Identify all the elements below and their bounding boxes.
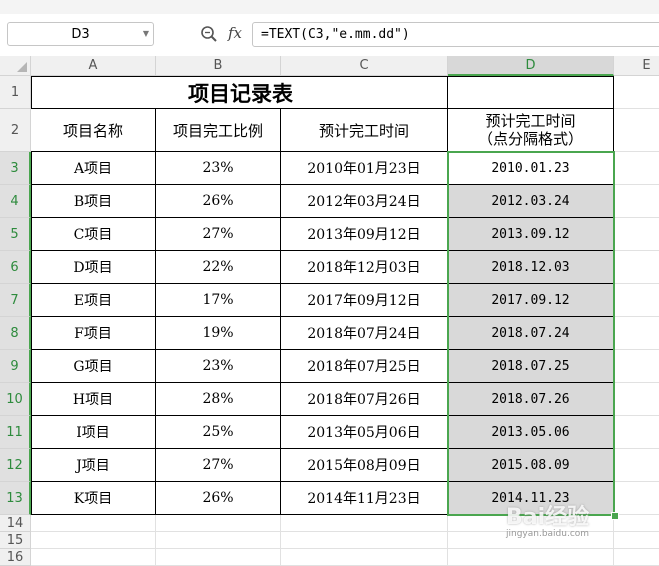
- watermark-text: Bai经验: [506, 505, 590, 530]
- fx-icon[interactable]: fx: [228, 24, 242, 42]
- table-cell-b9[interactable]: 23%: [156, 350, 281, 383]
- sheet-title[interactable]: 项目记录表: [32, 77, 449, 109]
- table-cell-b5[interactable]: 27%: [156, 218, 281, 251]
- table-cell-c9[interactable]: 2018年07月25日: [281, 350, 448, 383]
- column-header-d[interactable]: D: [448, 56, 614, 76]
- watermark-logo: Bai经验 jingyan.baidu.com: [506, 499, 589, 539]
- table-header-d[interactable]: 预计完工时间 （点分隔格式）: [448, 109, 614, 152]
- row-header-8[interactable]: 8: [0, 317, 31, 350]
- table-cell-d5[interactable]: 2013.09.12: [448, 218, 614, 251]
- table-cell-a7[interactable]: E项目: [31, 284, 156, 317]
- table-header-c[interactable]: 预计完工时间: [281, 109, 448, 152]
- table-cell-a5[interactable]: C项目: [31, 218, 156, 251]
- row-header-3[interactable]: 3: [0, 152, 31, 185]
- table-cell-c5[interactable]: 2013年09月12日: [281, 218, 448, 251]
- row-header-10[interactable]: 10: [0, 383, 31, 416]
- table-cell-c3[interactable]: 2010年01月23日: [281, 152, 448, 185]
- select-all-corner[interactable]: [0, 56, 31, 76]
- chevron-down-icon[interactable]: ▼: [143, 29, 149, 38]
- table-cell-c7[interactable]: 2017年09月12日: [281, 284, 448, 317]
- row-header-13[interactable]: 13: [0, 482, 31, 515]
- header-d-line1: 预计完工时间: [485, 112, 576, 130]
- table-cell-b11[interactable]: 25%: [156, 416, 281, 449]
- table-cell-c8[interactable]: 2018年07月24日: [281, 317, 448, 350]
- table-cell-a3[interactable]: A项目: [31, 152, 156, 185]
- table-cell-b8[interactable]: 19%: [156, 317, 281, 350]
- fill-handle[interactable]: [611, 512, 619, 520]
- table-cell-b7[interactable]: 17%: [156, 284, 281, 317]
- column-header-b[interactable]: B: [156, 56, 281, 76]
- table-cell-c13[interactable]: 2014年11月23日: [281, 482, 448, 515]
- row-header-6[interactable]: 6: [0, 251, 31, 284]
- table-cell-d11[interactable]: 2013.05.06: [448, 416, 614, 449]
- table-cell-d6[interactable]: 2018.12.03: [448, 251, 614, 284]
- table-cell-a13[interactable]: K项目: [31, 482, 156, 515]
- row-header-14[interactable]: 14: [0, 515, 31, 532]
- row-header-11[interactable]: 11: [0, 416, 31, 449]
- table-cell-a11[interactable]: I项目: [31, 416, 156, 449]
- name-box-value: D3: [71, 26, 90, 42]
- title-cell-d1[interactable]: [447, 77, 613, 109]
- top-toolbar-strip: [0, 0, 659, 15]
- table-cell-b3[interactable]: 23%: [156, 152, 281, 185]
- watermark-subtext: jingyan.baidu.com: [506, 529, 590, 539]
- table-cell-c4[interactable]: 2012年03月24日: [281, 185, 448, 218]
- row-header-12[interactable]: 12: [0, 449, 31, 482]
- table-cell-d4[interactable]: 2012.03.24: [448, 185, 614, 218]
- column-header-c[interactable]: C: [281, 56, 448, 76]
- row-header-9[interactable]: 9: [0, 350, 31, 383]
- table-cell-b12[interactable]: 27%: [156, 449, 281, 482]
- row-header-5[interactable]: 5: [0, 218, 31, 251]
- row-header-16[interactable]: 16: [0, 549, 31, 566]
- table-cell-b10[interactable]: 28%: [156, 383, 281, 416]
- table-cell-d8[interactable]: 2018.07.24: [448, 317, 614, 350]
- row-header-15[interactable]: 15: [0, 532, 31, 549]
- name-box[interactable]: D3 ▼: [7, 22, 154, 46]
- table-cell-b4[interactable]: 26%: [156, 185, 281, 218]
- column-header-e[interactable]: E: [614, 56, 659, 76]
- table-cell-b13[interactable]: 26%: [156, 482, 281, 515]
- table-cell-d7[interactable]: 2017.09.12: [448, 284, 614, 317]
- row-header-7[interactable]: 7: [0, 284, 31, 317]
- formula-input[interactable]: =TEXT(C3,"e.mm.dd"): [252, 22, 659, 47]
- table-cell-a12[interactable]: J项目: [31, 449, 156, 482]
- table-cell-a8[interactable]: F项目: [31, 317, 156, 350]
- gridline: [31, 548, 659, 549]
- table-cell-d3[interactable]: 2010.01.23: [448, 152, 614, 185]
- row-header-1[interactable]: 1: [0, 76, 31, 109]
- table-cell-c12[interactable]: 2015年08月09日: [281, 449, 448, 482]
- row-header-4[interactable]: 4: [0, 185, 31, 218]
- table-cell-c6[interactable]: 2018年12月03日: [281, 251, 448, 284]
- column-header-a[interactable]: A: [31, 56, 156, 76]
- table-cell-a10[interactable]: H项目: [31, 383, 156, 416]
- table-cell-a9[interactable]: G项目: [31, 350, 156, 383]
- spreadsheet-grid[interactable]: A B C D E 1 2 3 4 5 6 7 8 9 10 11 12 13 14 15 16 项目记录表 项目名称 项目完…: [0, 56, 659, 566]
- table-header-a[interactable]: 项目名称: [31, 109, 156, 152]
- table-cell-a4[interactable]: B项目: [31, 185, 156, 218]
- zoom-icon[interactable]: [200, 25, 218, 43]
- table-cell-d12[interactable]: 2015.08.09: [448, 449, 614, 482]
- formula-text: =TEXT(C3,"e.mm.dd"): [261, 27, 410, 42]
- row-header-2[interactable]: 2: [0, 109, 31, 152]
- table-cell-d9[interactable]: 2018.07.25: [448, 350, 614, 383]
- table-cell-b6[interactable]: 22%: [156, 251, 281, 284]
- table-header-b[interactable]: 项目完工比例: [156, 109, 281, 152]
- table-cell-c11[interactable]: 2013年05月06日: [281, 416, 448, 449]
- table-cell-a6[interactable]: D项目: [31, 251, 156, 284]
- table-cell-c10[interactable]: 2018年07月26日: [281, 383, 448, 416]
- table-cell-d10[interactable]: 2018.07.26: [448, 383, 614, 416]
- header-d-line2: （点分隔格式）: [477, 130, 583, 148]
